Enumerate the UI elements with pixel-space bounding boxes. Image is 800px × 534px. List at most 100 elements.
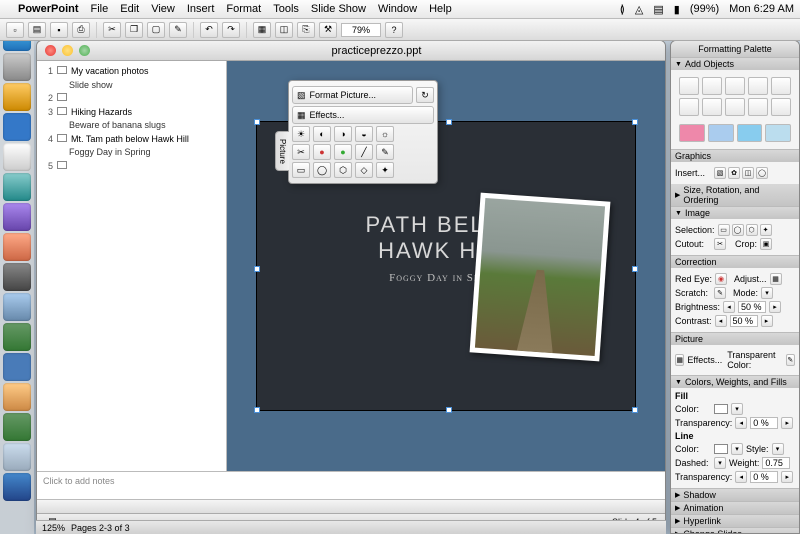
close-button[interactable]: [45, 45, 56, 56]
selection-handle[interactable]: [446, 119, 452, 125]
minimize-button[interactable]: [62, 45, 73, 56]
copy-button[interactable]: ❐: [125, 22, 143, 38]
slide-icon[interactable]: [57, 66, 67, 74]
layout-thumb[interactable]: [725, 98, 745, 116]
shape-callout-icon[interactable]: ◇: [355, 162, 373, 178]
inserted-photo[interactable]: [470, 193, 611, 362]
decrement-button[interactable]: ◂: [735, 471, 747, 483]
recolor-icon[interactable]: ☼: [376, 126, 394, 142]
palette-title[interactable]: Formatting Palette: [671, 41, 799, 57]
layout-thumb[interactable]: [748, 77, 768, 95]
toolbox-button[interactable]: ⚒: [319, 22, 337, 38]
paste-button[interactable]: ▢: [147, 22, 165, 38]
insert-chart-icon[interactable]: ◫: [742, 167, 754, 179]
outline-pane[interactable]: 1My vacation photos Slide show 2 3Hiking…: [37, 61, 227, 471]
reset-button[interactable]: ↻: [416, 87, 434, 103]
print-button[interactable]: ⎙: [72, 22, 90, 38]
layout-thumb[interactable]: [748, 98, 768, 116]
slide-icon[interactable]: [57, 161, 67, 169]
org-thumb[interactable]: [765, 124, 791, 142]
bg-zoom[interactable]: 125%: [42, 523, 65, 533]
scratch-icon[interactable]: ✎: [714, 287, 726, 299]
picture-toolbar[interactable]: Picture ▧Format Picture... ↻ ▦Effects...…: [288, 80, 438, 184]
wand-icon[interactable]: ✎: [376, 144, 394, 160]
transparency-icon[interactable]: ●: [334, 144, 352, 160]
org-thumb[interactable]: [737, 124, 763, 142]
h-scrollbar[interactable]: [37, 499, 665, 513]
layout-thumb[interactable]: [702, 77, 722, 95]
menu-view[interactable]: View: [151, 3, 175, 15]
menu-tools[interactable]: Tools: [273, 3, 299, 15]
dock-app-icon[interactable]: [3, 473, 31, 501]
layout-thumb[interactable]: [679, 77, 699, 95]
bluetooth-icon[interactable]: ≬: [620, 3, 625, 16]
outline-sub[interactable]: Foggy Day in Spring: [43, 146, 220, 160]
line-icon[interactable]: ╱: [355, 144, 373, 160]
notes-pane[interactable]: Click to add notes: [37, 471, 665, 499]
chart-button[interactable]: ◫: [275, 22, 293, 38]
airport-icon[interactable]: ◬: [635, 3, 643, 16]
dropdown-icon[interactable]: ▾: [731, 403, 743, 415]
redeye-icon[interactable]: ◉: [715, 273, 727, 285]
layout-thumb[interactable]: [771, 77, 791, 95]
contrast-down-icon[interactable]: ◒: [355, 126, 373, 142]
fill-transparency-field[interactable]: 0 %: [750, 417, 778, 429]
line-weight-field[interactable]: 0.75: [762, 457, 790, 469]
insert-shape-icon[interactable]: ◯: [756, 167, 768, 179]
menu-edit[interactable]: Edit: [120, 3, 139, 15]
sel-lasso-icon[interactable]: ⬡: [746, 224, 758, 236]
dock-powerpoint-icon[interactable]: [3, 383, 31, 411]
open-button[interactable]: ▤: [28, 22, 46, 38]
insert-picture-icon[interactable]: ▧: [714, 167, 726, 179]
format-painter-button[interactable]: ✎: [169, 22, 187, 38]
mode-dropdown[interactable]: ▾: [761, 287, 773, 299]
menu-help[interactable]: Help: [429, 3, 452, 15]
new-button[interactable]: ▫: [6, 22, 24, 38]
dock-app-icon[interactable]: [3, 293, 31, 321]
shape-oval-icon[interactable]: ◯: [313, 162, 331, 178]
dock-app-icon[interactable]: [3, 173, 31, 201]
brightness-down-icon[interactable]: ◐: [313, 126, 331, 142]
decrement-button[interactable]: ◂: [735, 417, 747, 429]
dock-itunes-icon[interactable]: [3, 143, 31, 171]
layout-thumb[interactable]: [679, 98, 699, 116]
menu-file[interactable]: File: [91, 3, 109, 15]
contrast-up-icon[interactable]: ◑: [334, 126, 352, 142]
menu-window[interactable]: Window: [378, 3, 417, 15]
outline-title[interactable]: My vacation photos: [71, 65, 149, 79]
clock[interactable]: Mon 6:29 AM: [729, 3, 794, 15]
shape-rect-icon[interactable]: ▭: [292, 162, 310, 178]
line-color-swatch[interactable]: [714, 444, 728, 454]
selection-handle[interactable]: [446, 407, 452, 413]
section-image[interactable]: ▼Image: [671, 207, 799, 219]
selection-handle[interactable]: [632, 266, 638, 272]
layout-thumb[interactable]: [725, 77, 745, 95]
formatting-palette[interactable]: Formatting Palette ▼Add Objects Graphics…: [670, 40, 800, 534]
crop-icon[interactable]: ▣: [760, 238, 772, 250]
dock-app-icon[interactable]: [3, 203, 31, 231]
selection-handle[interactable]: [254, 119, 260, 125]
shape-freeform-icon[interactable]: ⬡: [334, 162, 352, 178]
dock-excel-icon[interactable]: [3, 413, 31, 441]
contrast-field[interactable]: 50 %: [730, 315, 758, 327]
section-animation[interactable]: ▶Animation: [671, 502, 799, 514]
menu-slideshow[interactable]: Slide Show: [311, 3, 366, 15]
decrement-button[interactable]: ◂: [723, 301, 735, 313]
insert-clipart-icon[interactable]: ✿: [728, 167, 740, 179]
tables-button[interactable]: ▦: [253, 22, 271, 38]
shape-arrow-icon[interactable]: ✦: [376, 162, 394, 178]
hyperlink-button[interactable]: ⎘: [297, 22, 315, 38]
outline-title[interactable]: Hiking Hazards: [71, 106, 132, 120]
increment-button[interactable]: ▸: [761, 315, 773, 327]
adjust-icon[interactable]: ▦: [770, 273, 782, 285]
sel-rect-icon[interactable]: ▭: [718, 224, 730, 236]
section-change-slides[interactable]: ▶Change Slides: [671, 528, 799, 534]
dock-sysprefs-icon[interactable]: [3, 53, 31, 81]
redo-button[interactable]: ↷: [222, 22, 240, 38]
dock-app-icon[interactable]: [3, 443, 31, 471]
dropdown-icon[interactable]: ▾: [731, 443, 743, 455]
sel-oval-icon[interactable]: ◯: [732, 224, 744, 236]
save-button[interactable]: ▪: [50, 22, 68, 38]
section-colors[interactable]: ▼Colors, Weights, and Fills: [671, 376, 799, 388]
dock-app-icon[interactable]: [3, 233, 31, 261]
